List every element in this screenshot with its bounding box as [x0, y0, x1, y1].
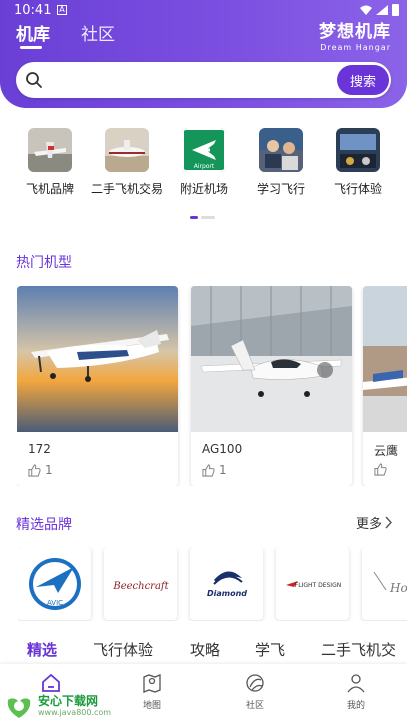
- category-label: 飞行体验: [333, 182, 382, 196]
- brand-logo-text: FLIGHT DESIGN: [294, 582, 340, 589]
- status-time: 10:41: [14, 3, 52, 18]
- thumbs-up-icon: [374, 463, 387, 476]
- category-grid: 飞机品牌 二手飞机交易 Airport 附近机场 学习飞行 飞行体验: [0, 128, 407, 208]
- brand-name-cn: 梦想机库: [319, 22, 391, 42]
- category-label: 学习飞行: [256, 182, 305, 196]
- content-tab-bar: 精选 飞行体验 攻略 学飞 二手飞机交: [0, 636, 407, 664]
- app-header: 10:41 A 机库 社区 梦想机库 Dream Hangar 搜索: [0, 0, 407, 108]
- watermark-text: 安心下载网: [38, 694, 99, 708]
- model-image: [363, 286, 407, 432]
- like-count-value: 1: [45, 463, 53, 477]
- more-brands-link[interactable]: 更多: [356, 513, 393, 532]
- active-tab-indicator: [20, 46, 42, 49]
- page-dot: [201, 216, 215, 219]
- beechcraft-logo: Beechcraft: [112, 581, 169, 592]
- tab-community[interactable]: 社区: [81, 20, 115, 45]
- tab-featured[interactable]: 精选: [27, 639, 57, 660]
- brand-logo-text: Beechcraft: [112, 581, 169, 592]
- brand-logo-text: AVIC: [46, 599, 62, 607]
- model-image: [191, 286, 352, 432]
- tab-used-planes[interactable]: 二手飞机交: [321, 639, 396, 660]
- diamond-logo: Diamond: [206, 570, 247, 598]
- honda-logo: Hon: [373, 571, 407, 595]
- watermark: 安心下载网 www.java800.com: [4, 692, 114, 720]
- brand-name-en: Dream Hangar: [320, 43, 391, 52]
- signal-icon: [376, 5, 388, 15]
- category-plane-brand[interactable]: 飞机品牌: [10, 128, 90, 197]
- model-card[interactable]: AG100 1: [191, 286, 352, 486]
- wifi-icon: [360, 5, 372, 15]
- profile-icon: [347, 674, 365, 693]
- nav-label: 地图: [142, 701, 161, 711]
- page-dot-active: [190, 216, 198, 219]
- brand-card-honda[interactable]: Hon: [362, 547, 407, 620]
- community-icon: [246, 674, 264, 692]
- like-count[interactable]: 1: [28, 463, 53, 477]
- map-pin-icon: [143, 674, 161, 693]
- nav-label: 我的: [346, 701, 365, 711]
- thumbs-up-icon: [28, 463, 41, 477]
- like-count[interactable]: 1: [202, 463, 227, 477]
- model-card[interactable]: 172 1: [17, 286, 178, 486]
- category-learn-flying[interactable]: 学习飞行: [241, 128, 321, 197]
- airport-icon: Airport: [182, 128, 226, 172]
- tab-hangar[interactable]: 机库: [16, 20, 50, 45]
- brand-card-flight-design[interactable]: FLIGHT DESIGN: [276, 547, 349, 620]
- model-card[interactable]: 云鹰: [363, 286, 407, 486]
- battery-icon: [392, 4, 399, 16]
- tab-guides[interactable]: 攻略: [190, 639, 220, 660]
- nav-profile[interactable]: 我的: [326, 672, 386, 711]
- brand-logo: 梦想机库 Dream Hangar: [319, 17, 391, 52]
- hot-models-carousel[interactable]: 172 1 AG100 1 云鹰: [17, 286, 407, 486]
- flight-design-logo: FLIGHT DESIGN: [285, 580, 341, 589]
- nav-community[interactable]: 社区: [225, 672, 285, 711]
- flight-experience-thumb: [336, 128, 380, 172]
- nav-map[interactable]: 地图: [122, 672, 182, 711]
- avic-logo: AVIC: [28, 557, 81, 610]
- watermark-logo-icon: [7, 698, 31, 718]
- model-name: 172: [28, 442, 51, 456]
- section-title-brands: 精选品牌: [16, 517, 72, 533]
- more-label: 更多: [355, 517, 382, 532]
- search-input[interactable]: [50, 68, 340, 92]
- category-nearby-airport[interactable]: Airport 附近机场: [164, 128, 244, 197]
- search-button[interactable]: 搜索: [337, 65, 389, 95]
- brand-card-beechcraft[interactable]: Beechcraft: [104, 547, 177, 620]
- chevron-right-icon: [385, 516, 392, 529]
- plane-brand-thumb: [28, 128, 72, 172]
- category-flight-experience[interactable]: 飞行体验: [318, 128, 398, 197]
- tab-flight-experience[interactable]: 飞行体验: [93, 639, 153, 660]
- home-icon: [42, 673, 60, 692]
- category-label: 附近机场: [179, 182, 228, 196]
- category-label: 飞机品牌: [25, 182, 74, 196]
- model-image: [17, 286, 178, 432]
- model-name: AG100: [202, 442, 243, 456]
- status-icons: [360, 4, 399, 16]
- brand-card-diamond[interactable]: Diamond: [190, 547, 263, 620]
- category-used-planes[interactable]: 二手飞机交易: [87, 128, 167, 197]
- like-count-value: 1: [219, 463, 227, 477]
- model-name: 云鹰: [374, 444, 399, 458]
- used-plane-thumb: [105, 128, 149, 172]
- learn-flying-thumb: [259, 128, 303, 172]
- thumbs-up-icon: [202, 463, 215, 477]
- brand-logo-text: Hon: [389, 581, 407, 595]
- status-indicator: A: [57, 5, 67, 15]
- search-bar: 搜索: [16, 62, 391, 98]
- airport-badge-text: Airport: [194, 163, 215, 170]
- page-indicator: [190, 216, 215, 219]
- brand-logo-text: Diamond: [206, 589, 246, 598]
- brand-carousel[interactable]: AVIC Beechcraft Diamond FLIGHT DESIGN Ho…: [18, 547, 407, 621]
- brand-card-avic[interactable]: AVIC: [18, 547, 91, 620]
- tab-learn-flying[interactable]: 学飞: [255, 639, 285, 660]
- nav-label: 社区: [245, 701, 264, 711]
- like-count[interactable]: [374, 463, 387, 476]
- watermark-url: www.java800.com: [38, 708, 112, 717]
- category-label: 二手飞机交易: [90, 182, 163, 196]
- section-title-hot-models: 热门机型: [16, 255, 72, 271]
- search-icon: [26, 72, 42, 88]
